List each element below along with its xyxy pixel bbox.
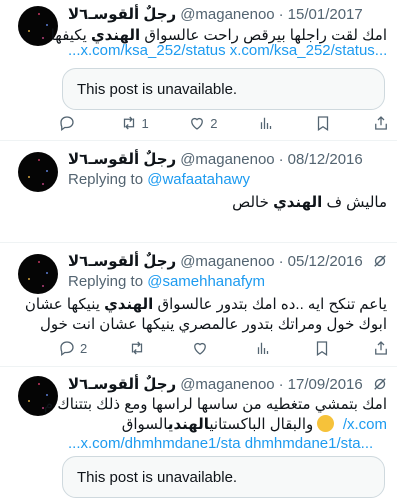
tweet-text-line-2: x.com/ والبقال الباكستانيالهنديالسواق [121,415,387,433]
retweet-icon [132,341,143,355]
like-icon [194,342,207,355]
display-name[interactable]: رجلٌ ألقوسـ٦لا [68,150,176,168]
tweet-header: رجلٌ ألقوسـ٦لا @maganenoo · 15/01/2017 [68,4,389,24]
like-button[interactable]: 2 [188,114,217,132]
tweet-3[interactable]: رجلٌ ألقوسـ٦لا @maganenoo · 05/12/2016 R… [0,243,397,366]
tweet-4[interactable]: رجلٌ ألقوسـ٦لا @maganenoo · 17/09/2016 ا… [0,367,397,500]
tweet-date[interactable]: 08/12/2016 [288,151,363,168]
user-handle[interactable]: @maganenoo [180,253,274,270]
bookmark-button[interactable] [313,339,331,357]
bookmark-button[interactable] [314,114,332,132]
tweet-text: امك بتمشي متغطيه من ساسها لراسها ومع ذلك… [43,395,387,435]
reply-button[interactable] [58,114,80,132]
tweet-2[interactable]: رجلٌ ألقوسـ٦لا @maganenoo · 08/12/2016 R… [0,141,397,242]
avatar[interactable] [18,254,58,294]
tweet-text-line-2: ابوك خول ومراتك بتدور عالمصري ينيكها عشا… [39,316,387,333]
views-button[interactable] [254,339,272,357]
display-name[interactable]: رجلٌ ألقوسـ٦لا [68,5,176,23]
like-icon [191,117,204,130]
avatar[interactable] [18,152,58,192]
tweet-date[interactable]: 17/09/2016 [288,376,363,393]
mention-link[interactable]: @wafaatahawy [147,171,250,188]
tweet-links[interactable]: ...x.com/ksa_252/status x.com/ksa_252/st… [68,42,387,59]
retweet-button[interactable]: 1 [120,114,149,132]
grok-button[interactable] [371,375,389,393]
bookmark-icon [318,116,329,131]
reply-icon [60,341,74,357]
display-name[interactable]: رجلٌ ألقوسـ٦لا [68,375,176,393]
separator-dot: · [278,150,284,168]
tweet-text-line-1: امك بتمشي متغطيه من ساسها لراسها ومع ذلك… [43,396,387,413]
mention-link[interactable]: @samehhanafym [147,273,265,290]
views-button[interactable] [257,114,275,132]
replying-to: Replying to @samehhanafym [68,273,265,290]
display-name[interactable]: رجلٌ ألقوسـ٦لا [68,252,176,270]
inline-link[interactable]: x.com/ [343,416,387,433]
separator-dot: · [278,5,284,23]
replying-to: Replying to @wafaatahawy [68,171,250,188]
unavailable-post-card: This post is unavailable. [62,456,385,498]
grok-button[interactable] [371,252,389,270]
tweet-date[interactable]: 05/12/2016 [288,253,363,270]
user-handle[interactable]: @maganenoo [180,376,274,393]
separator-dot: · [278,252,284,270]
views-icon [260,117,272,129]
user-handle[interactable]: @maganenoo [180,6,274,23]
share-icon [375,341,387,355]
user-handle[interactable]: @maganenoo [180,151,274,168]
views-icon [257,342,269,354]
retweet-icon [123,116,134,130]
tweet-header: رجلٌ ألقوسـ٦لا @maganenoo · 05/12/2016 [68,251,389,271]
share-button[interactable] [372,339,390,357]
action-bar: 1 2 [58,113,390,133]
like-button[interactable] [191,339,213,357]
tweet-text: ماليش ف الهندي خالص [232,194,387,211]
tweet-1[interactable]: رجلٌ ألقوسـ٦لا @maganenoo · 15/01/2017 ا… [0,0,397,140]
tweet-header: رجلٌ ألقوسـ٦لا @maganenoo · 17/09/2016 [68,374,389,394]
unavailable-post-card: This post is unavailable. [62,68,385,110]
share-button[interactable] [372,114,390,132]
tweet-date[interactable]: 15/01/2017 [288,6,363,23]
action-bar: 2 [58,338,390,358]
separator-dot: · [278,375,284,393]
bookmark-icon [316,341,328,356]
grok-icon [374,255,386,267]
grok-icon [374,378,386,390]
emoji-smile-icon [317,415,335,432]
reply-button[interactable]: 2 [58,339,87,357]
reply-icon [60,116,74,132]
share-icon [375,116,387,130]
tweet-text-line-1: ياعم تنكح ايه ..ده امك بتدور عالسواق اله… [24,296,387,313]
tweet-header: رجلٌ ألقوسـ٦لا @maganenoo · 08/12/2016 [68,149,389,169]
tweet-links[interactable]: ...x.com/dhmhmdane1/sta dhmhmdane1/sta..… [68,435,387,452]
retweet-button[interactable] [128,339,150,357]
tweet-text: ياعم تنكح ايه ..ده امك بتدور عالسواق اله… [24,295,387,335]
